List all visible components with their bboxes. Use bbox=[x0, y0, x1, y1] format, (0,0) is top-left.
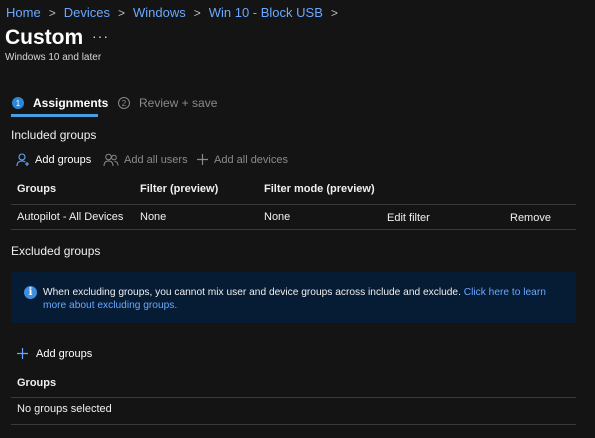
column-header-groups: Groups bbox=[17, 183, 57, 195]
remove-link[interactable]: Remove bbox=[510, 212, 551, 224]
row-group-name: Autopilot - All Devices bbox=[17, 211, 124, 223]
add-all-devices-button[interactable]: Add all devices bbox=[196, 153, 288, 166]
add-groups-label: Add groups bbox=[35, 154, 92, 166]
add-all-users-button[interactable]: Add all users bbox=[103, 153, 188, 167]
add-all-users-label: Add all users bbox=[124, 154, 188, 166]
chevron-right-icon: > bbox=[117, 5, 125, 20]
page-title: Custom bbox=[5, 26, 84, 49]
table-row-divider bbox=[11, 229, 576, 230]
chevron-right-icon: > bbox=[330, 5, 338, 20]
table-row: Autopilot - All Devices None None Edit f… bbox=[11, 205, 576, 229]
column-header-filter-mode: Filter mode (preview) bbox=[264, 183, 375, 195]
breadcrumb-home[interactable]: Home bbox=[6, 5, 41, 20]
breadcrumb: Home > Devices > Windows > Win 10 - Bloc… bbox=[6, 5, 346, 20]
excluded-row-divider bbox=[11, 424, 576, 425]
add-groups-label: Add groups bbox=[36, 347, 93, 360]
row-filter: None bbox=[140, 211, 167, 223]
plus-icon bbox=[17, 348, 28, 359]
add-excluded-groups-button[interactable]: Add groups bbox=[16, 347, 92, 360]
chevron-right-icon: > bbox=[193, 5, 201, 20]
excluded-groups-title: Excluded groups bbox=[11, 244, 101, 258]
plus-icon bbox=[197, 154, 208, 165]
step-label-review-save: Review + save bbox=[139, 96, 218, 110]
more-options-button[interactable]: ··· bbox=[92, 28, 109, 44]
info-banner-text: When excluding groups, you cannot mix us… bbox=[43, 286, 568, 312]
step-review-save[interactable]: 2 Review + save bbox=[118, 96, 217, 110]
excluded-header-divider bbox=[11, 397, 576, 398]
breadcrumb-devices[interactable]: Devices bbox=[64, 5, 110, 20]
breadcrumb-profile[interactable]: Win 10 - Block USB bbox=[209, 5, 323, 20]
column-header-filter: Filter (preview) bbox=[140, 183, 219, 195]
edit-filter-link[interactable]: Edit filter bbox=[387, 212, 430, 224]
add-groups-button[interactable]: Add groups bbox=[16, 153, 91, 167]
step-assignments[interactable]: 1 Assignments bbox=[12, 96, 108, 110]
chevron-right-icon: > bbox=[48, 5, 56, 20]
row-filter-mode: None bbox=[264, 211, 291, 223]
info-icon: i bbox=[24, 286, 37, 299]
info-message: When excluding groups, you cannot mix us… bbox=[43, 287, 461, 298]
excluded-column-header-groups: Groups bbox=[17, 377, 57, 389]
page-subtitle: Windows 10 and later bbox=[5, 52, 102, 63]
included-groups-title: Included groups bbox=[11, 128, 97, 142]
step-label-assignments: Assignments bbox=[33, 96, 109, 110]
users-icon bbox=[103, 153, 119, 167]
breadcrumb-windows[interactable]: Windows bbox=[133, 5, 186, 20]
active-step-underline bbox=[11, 114, 98, 117]
step-number-1: 1 bbox=[12, 97, 24, 109]
add-all-devices-label: Add all devices bbox=[214, 153, 288, 166]
empty-state-text: No groups selected bbox=[17, 403, 112, 415]
step-number-2: 2 bbox=[118, 97, 130, 109]
add-user-icon bbox=[16, 153, 29, 167]
